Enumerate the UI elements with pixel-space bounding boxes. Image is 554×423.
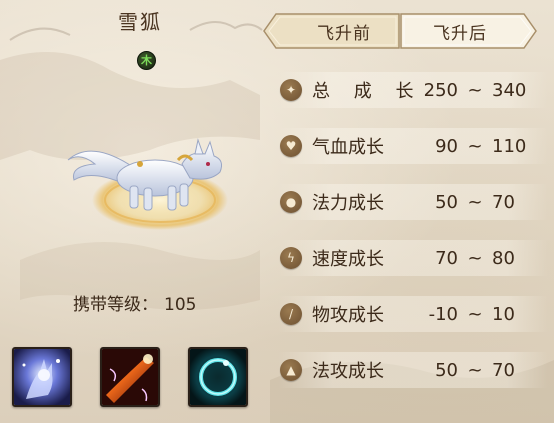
stat-max: 340 (492, 79, 527, 101)
heart-icon: ♥ (280, 135, 302, 157)
stat-range-separator: ~ (467, 247, 483, 269)
stat-range-separator: ~ (467, 303, 483, 325)
stat-max: 70 (492, 191, 515, 213)
stat-min: 50 (435, 359, 458, 381)
water-ring-skill-icon[interactable] (188, 347, 248, 407)
ascension-tabs: 飞升前 飞升后 (262, 10, 538, 52)
pet-info-panel: 雪狐 木 携带等级： 105 飞升前 飞升后 ✦ 总 成 长 250 ~ 340… (0, 0, 554, 423)
growth-icon: ✦ (280, 79, 302, 101)
flame-icon: ▲ (280, 359, 302, 381)
stat-max: 110 (492, 135, 527, 157)
tab-after-ascension[interactable]: 飞升后 (400, 19, 520, 44)
stat-range-separator: ~ (467, 191, 483, 213)
carry-level-label: 携带等级： (73, 295, 158, 315)
stat-label: 法攻成长 (312, 361, 384, 382)
stat-range-separator: ~ (467, 79, 483, 101)
stat-row-magic-attack-growth: ▲ 法攻成长 50 ~ 70 (278, 352, 548, 388)
pet-model (67, 138, 228, 230)
stat-min: 50 (435, 191, 458, 213)
stat-row-speed-growth: ϟ 速度成长 70 ~ 80 (278, 240, 548, 276)
stat-min: 90 (435, 135, 458, 157)
stat-range-separator: ~ (467, 359, 483, 381)
speed-icon: ϟ (280, 247, 302, 269)
stat-label: 法力成长 (312, 193, 384, 214)
stat-row-physical-attack-growth: / 物攻成长 -10 ~ 10 (278, 296, 548, 332)
stat-row-hp-growth: ♥ 气血成长 90 ~ 110 (278, 128, 548, 164)
stat-min: 70 (435, 247, 458, 269)
carry-level: 携带等级： 105 (73, 290, 196, 315)
element-badge-wood-icon: 木 (137, 51, 156, 70)
stat-label: 总 成 长 (312, 81, 423, 102)
stat-max: 10 (492, 303, 515, 325)
fire-strike-skill-icon[interactable] (100, 347, 160, 407)
stat-max: 80 (492, 247, 515, 269)
stat-label: 气血成长 (312, 137, 384, 158)
stat-row-mana-growth: ● 法力成长 50 ~ 70 (278, 184, 548, 220)
stat-label: 速度成长 (312, 249, 384, 270)
tab-before-ascension[interactable]: 飞升前 (284, 19, 404, 44)
stat-min: 250 (423, 79, 458, 101)
pet-name: 雪狐 (118, 10, 162, 34)
mana-drop-icon: ● (280, 191, 302, 213)
frost-hand-skill-icon[interactable] (12, 347, 72, 407)
sword-icon: / (280, 303, 302, 325)
stat-max: 70 (492, 359, 515, 381)
stat-row-total-growth: ✦ 总 成 长 250 ~ 340 (278, 72, 548, 108)
stat-min: -10 (428, 303, 458, 325)
stat-label: 物攻成长 (312, 305, 384, 326)
stat-range-separator: ~ (467, 135, 483, 157)
carry-level-value: 105 (164, 295, 197, 315)
